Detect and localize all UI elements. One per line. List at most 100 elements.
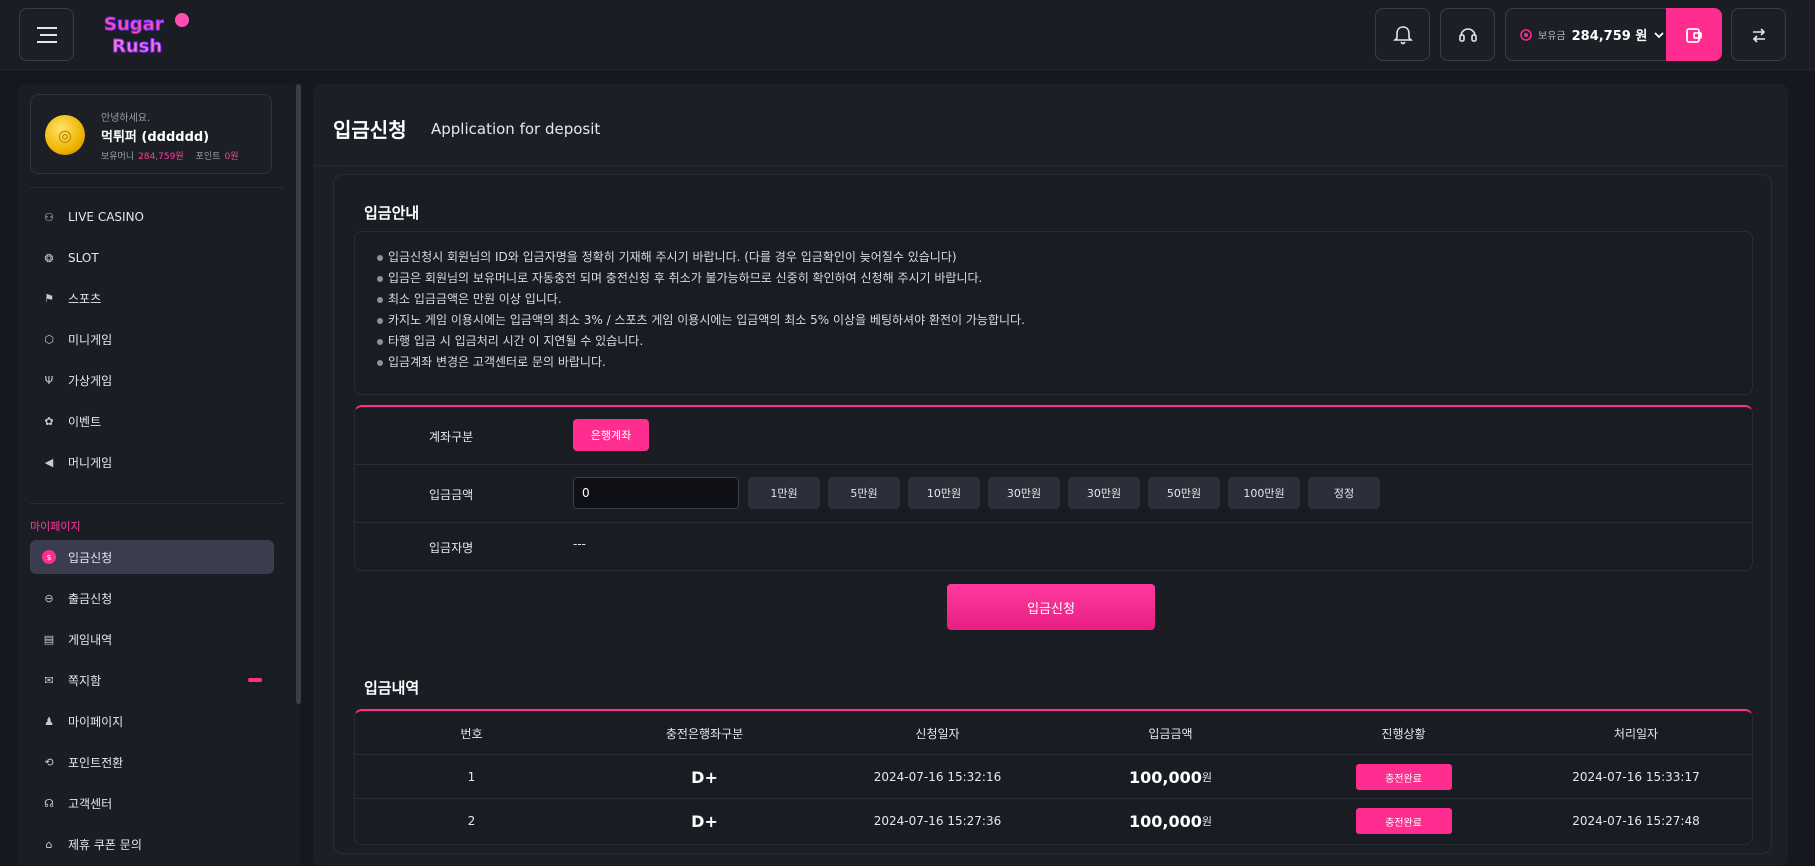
wallet-coin-icon [1520, 28, 1532, 41]
table-row: 2 D+ 2024-07-16 15:27:36 100,000 원 충전완료 2… [355, 799, 1752, 843]
notice-line: 입금은 회원님의 보유머니로 자동충전 되며 충전신청 후 취소가 불가능하므로… [377, 269, 982, 286]
sidebar-item-label: 머니게임 [68, 455, 113, 470]
wallet-balance[interactable]: 보유금 284,759 원 [1505, 8, 1722, 61]
svg-text:Rush: Rush [112, 36, 162, 57]
sidebar-item-label: 게임내역 [68, 632, 113, 647]
sidebar-item-minigame[interactable]: ⬡ 미니게임 [30, 322, 274, 356]
table-row: 1 D+ 2024-07-16 15:32:16 100,000 원 충전완료 2… [355, 755, 1752, 799]
notice-line: 입금신청시 회원님의 ID와 입금자명을 정확히 기재해 주시기 바랍니다. (… [377, 248, 957, 265]
row-processed-date: 2024-07-16 15:33:17 [1572, 770, 1700, 784]
menu-button[interactable] [19, 8, 74, 61]
account-type-label: 계좌구분 [429, 430, 474, 444]
deposit-form: 계좌구분 은행계좌 입금금액 0 1만원 5만원 10만원 30만원 30만원 … [354, 405, 1753, 571]
notice-title: 입금안내 [364, 204, 420, 222]
amount-value: 100,000 [1129, 767, 1202, 787]
profile-card: ◎ 안녕하세요. 먹튀퍼 (dddddd) 보유머니 284,759원 포인트 … [30, 94, 272, 174]
support-button[interactable] [1440, 8, 1495, 61]
row-processed-date: 2024-07-16 15:27:48 [1572, 814, 1700, 828]
quick-amount-button[interactable]: 10만원 [908, 477, 980, 509]
sidebar-item-game-history[interactable]: ▤ 게임내역 [30, 622, 274, 656]
sidebar-item-customer-center[interactable]: ☊ 고객센터 [30, 786, 274, 820]
point-value: 0원 [224, 152, 239, 162]
sidebar-scrollbar[interactable] [296, 84, 301, 704]
history-title: 입금내역 [364, 679, 420, 697]
table-header-row: 번호 충전은행좌구분 신청일자 입금금액 진행상황 처리일자 [355, 711, 1752, 755]
exchange-icon: ⟲ [44, 755, 54, 769]
flag-icon: ⚑ [44, 291, 54, 305]
account-type-row: 계좌구분 은행계좌 [355, 407, 1752, 465]
page-title: 입금신청 [333, 118, 407, 142]
divider [313, 165, 1788, 166]
quick-amount-button[interactable]: 100만원 [1228, 477, 1300, 509]
mypage-section-label: 마이페이지 [30, 520, 81, 533]
column-header: 신청일자 [915, 726, 960, 741]
notice-line: 타행 입금 시 입금처리 시간 이 지연될 수 있습니다. [377, 332, 643, 349]
sidebar-item-deposit[interactable]: $ 입금신청 [30, 540, 274, 574]
profile-name: 먹튀퍼 (dddddd) [101, 130, 210, 145]
notification-button[interactable] [1375, 8, 1430, 61]
sidebar-item-event[interactable]: ✿ 이벤트 [30, 404, 274, 438]
dice-icon: ⬡ [44, 332, 54, 346]
bank-account-button[interactable]: 은행계좌 [573, 419, 649, 451]
casino-chip-icon: ⚇ [44, 210, 54, 224]
sidebar-item-live-casino[interactable]: ⚇ LIVE CASINO [30, 200, 274, 234]
top-bar: Sugar Rush 보유금 284,759 원 [0, 0, 1815, 70]
sidebar-item-label: 쪽지함 [68, 673, 102, 688]
sidebar-item-virtual-game[interactable]: Ψ 가상게임 [30, 363, 274, 397]
amount-unit: 원 [1201, 815, 1212, 828]
bell-icon [1392, 25, 1413, 44]
sidebar-item-coupon-inquiry[interactable]: ⌂ 제휴 쿠폰 문의 [30, 827, 274, 861]
sidebar-item-money-game[interactable]: ◀ 머니게임 [30, 445, 274, 479]
notice-line: 최소 입금금액은 만원 이상 입니다. [377, 290, 562, 307]
sidebar-item-label: 출금신청 [68, 591, 113, 606]
amount-row: 입금금액 0 1만원 5만원 10만원 30만원 30만원 50만원 100만원… [355, 465, 1752, 523]
amount-value: 100,000 [1129, 811, 1202, 831]
deposit-card: 입금안내 입금신청시 회원님의 ID와 입금자명을 정확히 기재해 주시기 바랍… [333, 174, 1772, 854]
sidebar-item-sports[interactable]: ⚑ 스포츠 [30, 281, 274, 315]
sidebar-item-label: 제휴 쿠폰 문의 [68, 837, 142, 852]
gift-icon: ✿ [44, 414, 54, 428]
sidebar-item-label: 고객센터 [68, 796, 113, 811]
sidebar-item-label: 미니게임 [68, 332, 113, 347]
notice-line: 카지노 게임 이용시에는 입금액의 최소 3% / 스포츠 게임 이용시에는 입… [377, 311, 1025, 328]
profile-balance: 보유머니 284,759원 포인트 0원 [101, 149, 238, 162]
quick-amount-button[interactable]: 1만원 [748, 477, 820, 509]
sidebar-item-point-exchange[interactable]: ⟲ 포인트전환 [30, 745, 274, 779]
site-logo[interactable]: Sugar Rush [98, 6, 194, 64]
quick-amount-button[interactable]: 30만원 [988, 477, 1060, 509]
row-number: 1 [467, 770, 476, 784]
money-label: 보유머니 [101, 152, 135, 162]
row-status: 충전완료 [1287, 755, 1520, 799]
chevron-down-icon[interactable] [1653, 29, 1665, 41]
amount-input[interactable]: 0 [573, 477, 739, 509]
row-bank: D+ [691, 767, 718, 787]
sidebar-item-slot[interactable]: ❂ SLOT [30, 241, 274, 275]
quick-amount-button[interactable]: 50만원 [1148, 477, 1220, 509]
main-panel: 입금신청 Application for deposit 입금안내 입금신청시 … [313, 84, 1788, 866]
quick-amount-button[interactable]: 5만원 [828, 477, 900, 509]
status-badge: 충전완료 [1355, 764, 1452, 790]
sidebar-item-label: 가상게임 [68, 373, 113, 388]
wallet-amount: 284,759 원 [1571, 29, 1648, 44]
transfer-button[interactable] [1731, 8, 1786, 61]
deposit-submit-button[interactable]: 입금신청 [947, 584, 1155, 630]
wallet-label: 보유금 [1538, 31, 1566, 42]
wallet-action-button[interactable] [1666, 8, 1722, 61]
antenna-icon: Ψ [44, 373, 54, 387]
sidebar-item-messages[interactable]: ✉ 쪽지함 [30, 663, 274, 697]
divider [30, 503, 284, 504]
point-label: 포인트 [195, 152, 221, 162]
history-icon: ▤ [43, 632, 55, 646]
quick-amount-button[interactable]: 30만원 [1068, 477, 1140, 509]
reset-amount-button[interactable]: 정정 [1308, 477, 1380, 509]
withdraw-icon: ⊖ [44, 591, 54, 605]
row-requested-date: 2024-07-16 15:27:36 [873, 814, 1002, 828]
depositor-value: --- [573, 537, 586, 551]
sidebar-item-withdraw[interactable]: ⊖ 출금신청 [30, 581, 274, 615]
swap-arrows-icon [1752, 27, 1765, 43]
unread-indicator [248, 678, 262, 682]
headset-icon [1458, 27, 1477, 42]
sidebar-item-label: SLOT [68, 251, 99, 265]
sidebar-item-mypage[interactable]: ♟ 마이페이지 [30, 704, 274, 738]
hamburger-icon [36, 26, 57, 43]
